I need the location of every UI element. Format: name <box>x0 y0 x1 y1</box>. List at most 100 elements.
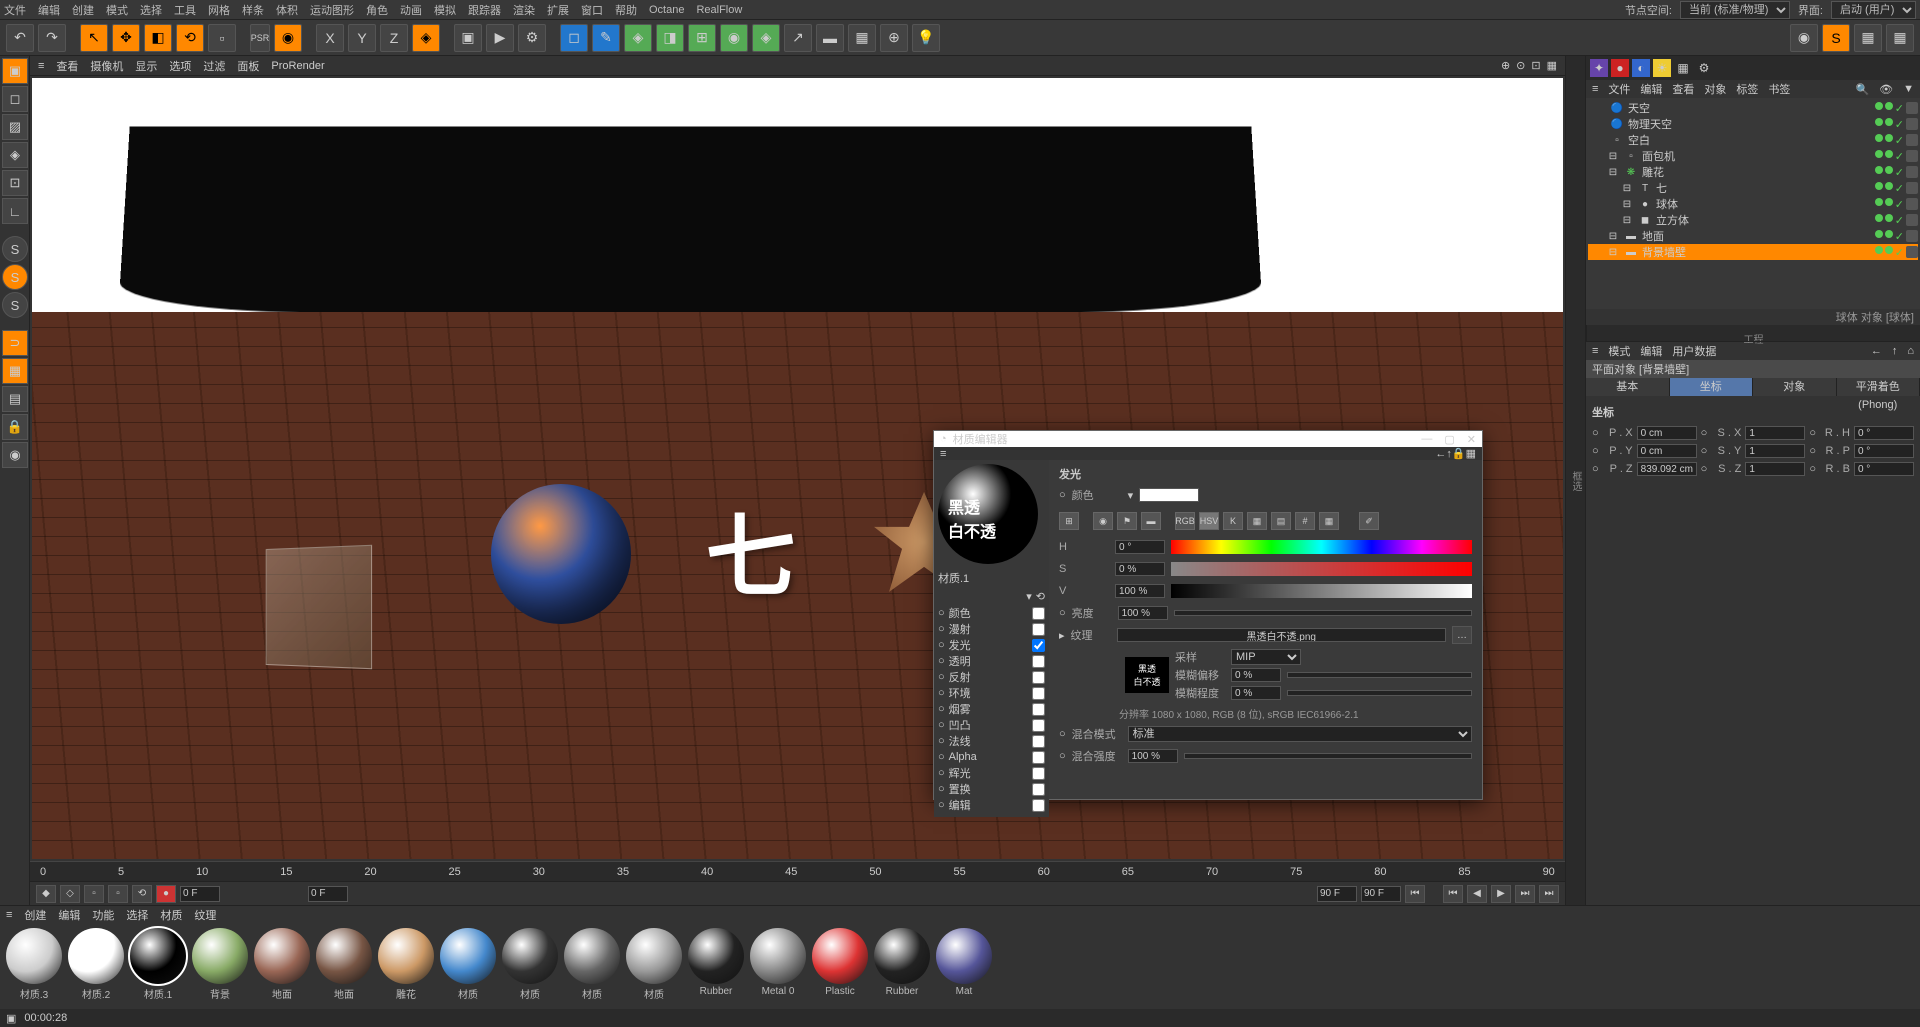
undo-button[interactable]: ↶ <box>6 24 34 52</box>
om-objects[interactable]: 对象 <box>1704 81 1726 97</box>
blur-offset-slider[interactable] <box>1287 672 1472 678</box>
om-tags[interactable]: 标签 <box>1736 81 1758 97</box>
axis-z[interactable]: Z <box>380 24 408 52</box>
check-icon[interactable]: ✓ <box>1895 214 1904 227</box>
material-item[interactable]: 材质 <box>624 928 684 1005</box>
menu-render[interactable]: 渲染 <box>513 2 535 18</box>
right-tab-frames[interactable]: 框选 <box>1565 56 1585 905</box>
tag-icon[interactable] <box>1906 230 1918 242</box>
sun-icon[interactable]: ☀ <box>1653 59 1671 77</box>
add-deformer[interactable]: ↗ <box>784 24 812 52</box>
mm-material[interactable]: 材质 <box>160 907 182 923</box>
grid-icon[interactable]: ▦ <box>1466 447 1476 460</box>
render-region[interactable]: ▶ <box>486 24 514 52</box>
mm-texture[interactable]: 纹理 <box>194 907 216 923</box>
blur-scale-slider[interactable] <box>1287 690 1472 696</box>
add-extrude[interactable]: ◨ <box>656 24 684 52</box>
radio-icon[interactable]: ○ <box>1059 750 1066 762</box>
material-editor-dialog[interactable]: ◔ 材质编辑器 — ▢ ✕ ≡ ← ↑ 🔒 ▦ 材质.1 ▾ ⟲ ○颜色○漫射○… <box>933 430 1483 800</box>
material-item[interactable]: Rubber <box>686 928 746 1005</box>
menu-mode[interactable]: 模式 <box>106 2 128 18</box>
channel-编辑[interactable]: ○编辑 <box>938 797 1045 813</box>
material-item[interactable]: Rubber <box>872 928 932 1005</box>
render-dot[interactable] <box>1885 246 1893 254</box>
add-pen[interactable]: ✎ <box>592 24 620 52</box>
check-icon[interactable]: ✓ <box>1895 198 1904 211</box>
channel-checkbox[interactable] <box>1032 735 1045 748</box>
tree-row[interactable]: ⊟◼立方体✓ <box>1588 212 1918 228</box>
up-icon[interactable]: ↑ <box>1892 345 1898 357</box>
blend-strength-input[interactable] <box>1128 749 1178 763</box>
redo-button[interactable]: ↷ <box>38 24 66 52</box>
coord-input[interactable] <box>1637 462 1697 476</box>
rgb-mode[interactable]: RGB <box>1175 512 1195 530</box>
channel-checkbox[interactable] <box>1032 671 1045 684</box>
right-tab-project[interactable]: 工程 <box>1586 325 1920 341</box>
brightness-slider[interactable] <box>1174 610 1472 616</box>
channel-辉光[interactable]: ○辉光 <box>938 765 1045 781</box>
hash-icon[interactable]: # <box>1295 512 1315 530</box>
brightness-input[interactable] <box>1118 606 1168 620</box>
plugin-4[interactable]: ▦ <box>1886 24 1914 52</box>
key-record[interactable]: ● <box>156 885 176 903</box>
coord-input[interactable] <box>1637 444 1697 458</box>
vp-prorender[interactable]: ProRender <box>271 60 324 72</box>
visible-dot[interactable] <box>1875 166 1883 174</box>
close-button[interactable]: ✕ <box>1467 433 1476 446</box>
key-opt2[interactable]: ▫ <box>108 885 128 903</box>
am-userdata[interactable]: 用户数据 <box>1672 343 1716 359</box>
wheel-icon[interactable]: ◉ <box>1093 512 1113 530</box>
tree-row[interactable]: ⊟T七✓ <box>1588 180 1918 196</box>
coord-input[interactable] <box>1854 462 1914 476</box>
om-edit[interactable]: 编辑 <box>1640 81 1662 97</box>
tag-icon[interactable] <box>1906 214 1918 226</box>
material-preview[interactable] <box>938 464 1038 564</box>
channel-checkbox[interactable] <box>1032 719 1045 732</box>
add-cube[interactable]: ◻ <box>560 24 588 52</box>
material-item[interactable]: 材质.2 <box>66 928 126 1005</box>
channel-透明[interactable]: ○透明 <box>938 653 1045 669</box>
mode-texture[interactable]: ▨ <box>2 114 28 140</box>
x-axis[interactable]: ◉ <box>274 24 302 52</box>
last-tool[interactable]: ▫ <box>208 24 236 52</box>
tree-row[interactable]: 🔵物理天空✓ <box>1588 116 1918 132</box>
menu-tools[interactable]: 工具 <box>174 2 196 18</box>
visible-dot[interactable] <box>1875 246 1883 254</box>
vp-nav4-icon[interactable]: ▦ <box>1547 59 1557 72</box>
add-light2[interactable]: 💡 <box>912 24 940 52</box>
swatch-icon[interactable]: ▬ <box>1141 512 1161 530</box>
scale-tool[interactable]: ◧ <box>144 24 172 52</box>
menu-tracker[interactable]: 跟踪器 <box>468 2 501 18</box>
coord-input[interactable] <box>1854 426 1914 440</box>
menu-window[interactable]: 窗口 <box>581 2 603 18</box>
axis-y[interactable]: Y <box>348 24 376 52</box>
hamburger-icon[interactable]: ≡ <box>6 909 12 921</box>
axis-x[interactable]: X <box>316 24 344 52</box>
visible-dot[interactable] <box>1875 182 1883 190</box>
check-icon[interactable]: ✓ <box>1895 118 1904 131</box>
mm-function[interactable]: 功能 <box>92 907 114 923</box>
am-edit[interactable]: 编辑 <box>1640 343 1662 359</box>
channel-checkbox[interactable] <box>1032 783 1045 796</box>
coord-input[interactable] <box>1637 426 1697 440</box>
om-bookmarks[interactable]: 书签 <box>1768 81 1790 97</box>
move-tool[interactable]: ✥ <box>112 24 140 52</box>
key-opt1[interactable]: ▫ <box>84 885 104 903</box>
frame-start[interactable] <box>180 886 220 902</box>
visible-dot[interactable] <box>1875 118 1883 126</box>
menu-select[interactable]: 选择 <box>140 2 162 18</box>
vp-display[interactable]: 显示 <box>135 58 157 74</box>
coord-input[interactable] <box>1854 444 1914 458</box>
vp-camera[interactable]: 摄像机 <box>90 58 123 74</box>
eye-icon[interactable]: 👁 <box>1879 83 1893 96</box>
key-opt3[interactable]: ⟲ <box>132 885 152 903</box>
snap-s3[interactable]: S <box>2 292 28 318</box>
visible-dot[interactable] <box>1875 102 1883 110</box>
blend-mode-select[interactable]: 标准 <box>1128 726 1472 742</box>
soft-select[interactable]: ◉ <box>2 442 28 468</box>
frame-end2[interactable] <box>1361 886 1401 902</box>
goto-start[interactable]: ⏮ <box>1405 885 1425 903</box>
add-camera[interactable]: ▦ <box>848 24 876 52</box>
chevron-right-icon[interactable]: ▸ <box>1059 629 1065 642</box>
channel-法线[interactable]: ○法线 <box>938 733 1045 749</box>
